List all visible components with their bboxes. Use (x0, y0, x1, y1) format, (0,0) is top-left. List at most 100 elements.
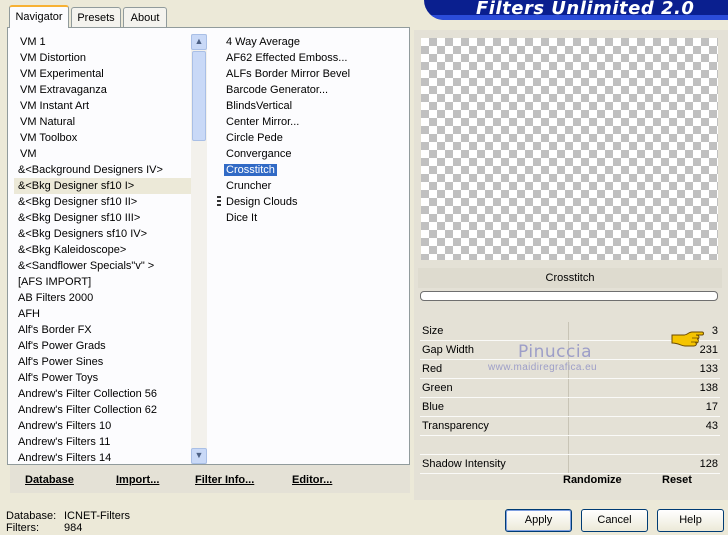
title-banner: Filters Unlimited 2.0 (424, 0, 728, 20)
filter-item-label: Circle Pede (226, 132, 283, 144)
filter-item[interactable]: Center Mirror... (222, 114, 402, 130)
parameter-label: Red (422, 363, 443, 375)
category-item[interactable]: Alf's Power Toys (14, 370, 194, 386)
tab-presets[interactable]: Presets (71, 7, 121, 27)
database-button[interactable]: Database (25, 474, 74, 486)
filter-item-label: Center Mirror... (226, 116, 300, 128)
help-button[interactable]: Help (657, 509, 724, 532)
filter-item-label: Design Clouds (226, 196, 298, 208)
parameter-slider[interactable] (420, 436, 720, 455)
scroll-up-button[interactable]: ▲ (191, 34, 207, 50)
filter-item-label: Convergance (226, 148, 292, 160)
list-grip-icon (217, 196, 221, 207)
filter-item[interactable]: Convergance (222, 146, 402, 162)
slider-center-tick (568, 455, 569, 473)
category-item[interactable]: &<Sandflower Specials"v" > (14, 258, 194, 274)
parameter-value: 17 (705, 401, 718, 413)
filter-item[interactable]: ALFs Border Mirror Bevel (222, 66, 402, 82)
category-item[interactable]: Andrew's Filters 10 (14, 418, 194, 434)
category-scrollbar[interactable]: ▲ ▼ (191, 34, 207, 464)
parameter-label: Transparency (422, 420, 489, 432)
category-item[interactable]: &<Bkg Kaleidoscope> (14, 242, 194, 258)
filter-item-label: ALFs Border Mirror Bevel (226, 68, 351, 80)
parameter-value: 43 (705, 420, 718, 432)
slider-center-tick (568, 398, 569, 416)
category-item[interactable]: Andrew's Filters 11 (14, 434, 194, 450)
category-item[interactable]: &<Background Designers IV> (14, 162, 194, 178)
slider-center-tick (568, 417, 569, 435)
cancel-button[interactable]: Cancel (581, 509, 648, 532)
status-filters: Filters: 984 (6, 522, 82, 535)
scroll-thumb[interactable] (192, 51, 206, 141)
status-database-label: Database: (6, 510, 57, 522)
import-button[interactable]: Import... (116, 474, 159, 486)
filter-item-label: Crosstitch (224, 164, 277, 176)
category-item[interactable]: &<Bkg Designer sf10 II> (14, 194, 194, 210)
category-item[interactable]: VM Distortion (14, 50, 194, 66)
status-filters-value: 984 (64, 522, 83, 534)
filter-item-label: Cruncher (226, 180, 272, 192)
category-item[interactable]: [AFS IMPORT] (14, 274, 194, 290)
filter-item[interactable]: Crosstitch (222, 162, 402, 178)
watermark-url: www.maidiregrafica.eu (488, 362, 597, 373)
parameter-slider[interactable]: Blue 17 (420, 398, 720, 417)
filter-item[interactable]: Design Clouds (222, 194, 402, 210)
filter-item[interactable]: AF62 Effected Emboss... (222, 50, 402, 66)
filter-item-label: 4 Way Average (226, 36, 300, 48)
status-filters-label: Filters: (6, 522, 39, 534)
category-item[interactable]: &<Bkg Designers sf10 IV> (14, 226, 194, 242)
category-item[interactable]: VM Toolbox (14, 130, 194, 146)
filter-item-label: Dice It (226, 212, 258, 224)
filter-list[interactable]: 4 Way Average AF62 Effected Emboss... ALFs… (222, 34, 402, 234)
category-item[interactable]: &<Bkg Designer sf10 I> (14, 178, 194, 194)
slider-center-tick (568, 322, 569, 340)
category-item[interactable]: Andrew's Filter Collection 62 (14, 402, 194, 418)
tab-about[interactable]: About (123, 7, 167, 27)
editor-button[interactable]: Editor... (292, 474, 332, 486)
parameter-value: 138 (699, 382, 718, 394)
parameter-label: Blue (422, 401, 445, 413)
category-item[interactable]: Alf's Power Sines (14, 354, 194, 370)
category-item[interactable]: VM Instant Art (14, 98, 194, 114)
scroll-down-button[interactable]: ▼ (191, 448, 207, 464)
parameter-label: Gap Width (422, 344, 474, 356)
filter-item-label: Barcode Generator... (226, 84, 329, 96)
category-item[interactable]: Alf's Border FX (14, 322, 194, 338)
filter-info-button[interactable]: Filter Info... (195, 474, 254, 486)
tab-navigator[interactable]: Navigator (9, 5, 69, 28)
parameter-value: 3 (711, 325, 718, 337)
category-item[interactable]: VM Extravaganza (14, 82, 194, 98)
category-item[interactable]: VM (14, 146, 194, 162)
filter-item[interactable]: Dice It (222, 210, 402, 226)
slider-center-tick (568, 436, 569, 454)
filter-item[interactable]: 4 Way Average (222, 34, 402, 50)
category-item[interactable]: &<Bkg Designer sf10 III> (14, 210, 194, 226)
category-item[interactable]: Andrew's Filters 14 (14, 450, 194, 466)
category-item[interactable]: AFH (14, 306, 194, 322)
filter-item[interactable]: Cruncher (222, 178, 402, 194)
category-item[interactable]: Andrew's Filter Collection 56 (14, 386, 194, 402)
apply-button[interactable]: Apply (505, 509, 572, 532)
category-item[interactable]: VM Natural (14, 114, 194, 130)
parameter-value: 133 (699, 363, 718, 375)
parameter-label: Size (422, 325, 444, 337)
pointing-hand-icon (670, 326, 706, 351)
filter-item[interactable]: Circle Pede (222, 130, 402, 146)
parameter-slider[interactable]: Transparency 43 (420, 417, 720, 436)
category-list[interactable]: VM 1 VM Distortion VM Experimental VM Extra… (14, 34, 194, 466)
category-item[interactable]: VM Experimental (14, 66, 194, 82)
parameter-slider[interactable]: Shadow Intensity 128 (420, 455, 720, 474)
category-item[interactable]: Alf's Power Grads (14, 338, 194, 354)
parameter-label: Shadow Intensity (422, 458, 506, 470)
parameter-value: 128 (699, 458, 718, 470)
reset-button[interactable]: Reset (662, 474, 692, 486)
filter-item[interactable]: Barcode Generator... (222, 82, 402, 98)
preview-image (421, 38, 718, 260)
parameter-slider[interactable]: Green 138 (420, 379, 720, 398)
randomize-button[interactable]: Randomize (563, 474, 622, 486)
category-item[interactable]: AB Filters 2000 (14, 290, 194, 306)
filter-item[interactable]: BlindsVertical (222, 98, 402, 114)
category-item[interactable]: VM 1 (14, 34, 194, 50)
filter-name-label: Crosstitch (418, 268, 722, 288)
app-title: Filters Unlimited 2.0 (476, 0, 695, 19)
